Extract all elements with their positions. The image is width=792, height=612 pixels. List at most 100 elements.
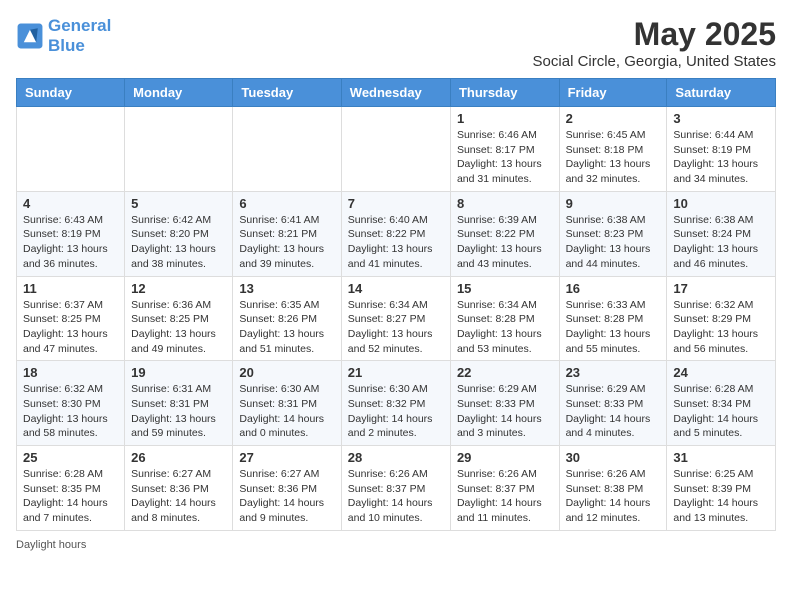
calendar-cell: 5 Sunrise: 6:42 AMSunset: 8:20 PMDayligh…	[125, 191, 233, 276]
cell-details: Sunrise: 6:29 AMSunset: 8:33 PMDaylight:…	[457, 383, 542, 439]
logo-text: General Blue	[48, 16, 111, 57]
cell-details: Sunrise: 6:28 AMSunset: 8:34 PMDaylight:…	[673, 383, 758, 439]
cell-details: Sunrise: 6:26 AMSunset: 8:37 PMDaylight:…	[348, 468, 433, 524]
cell-details: Sunrise: 6:25 AMSunset: 8:39 PMDaylight:…	[673, 468, 758, 524]
day-number: 23	[566, 365, 661, 380]
col-thursday: Thursday	[450, 79, 559, 107]
calendar-cell: 3 Sunrise: 6:44 AMSunset: 8:19 PMDayligh…	[667, 107, 776, 192]
day-number: 20	[239, 365, 334, 380]
cell-details: Sunrise: 6:30 AMSunset: 8:31 PMDaylight:…	[239, 383, 324, 439]
calendar-cell: 27 Sunrise: 6:27 AMSunset: 8:36 PMDaylig…	[233, 446, 341, 531]
col-tuesday: Tuesday	[233, 79, 341, 107]
day-number: 10	[673, 196, 769, 211]
calendar-cell: 21 Sunrise: 6:30 AMSunset: 8:32 PMDaylig…	[341, 361, 450, 446]
calendar-cell: 24 Sunrise: 6:28 AMSunset: 8:34 PMDaylig…	[667, 361, 776, 446]
calendar-cell: 17 Sunrise: 6:32 AMSunset: 8:29 PMDaylig…	[667, 276, 776, 361]
calendar-header-row: Sunday Monday Tuesday Wednesday Thursday…	[17, 79, 776, 107]
calendar-week-row: 4 Sunrise: 6:43 AMSunset: 8:19 PMDayligh…	[17, 191, 776, 276]
day-number: 25	[23, 450, 118, 465]
day-number: 5	[131, 196, 226, 211]
calendar-cell: 13 Sunrise: 6:35 AMSunset: 8:26 PMDaylig…	[233, 276, 341, 361]
cell-details: Sunrise: 6:28 AMSunset: 8:35 PMDaylight:…	[23, 468, 108, 524]
cell-details: Sunrise: 6:33 AMSunset: 8:28 PMDaylight:…	[566, 299, 651, 355]
calendar-cell: 29 Sunrise: 6:26 AMSunset: 8:37 PMDaylig…	[450, 446, 559, 531]
cell-details: Sunrise: 6:40 AMSunset: 8:22 PMDaylight:…	[348, 214, 433, 270]
day-number: 17	[673, 281, 769, 296]
day-number: 6	[239, 196, 334, 211]
calendar-cell	[233, 107, 341, 192]
day-number: 30	[566, 450, 661, 465]
col-monday: Monday	[125, 79, 233, 107]
col-saturday: Saturday	[667, 79, 776, 107]
calendar-cell: 22 Sunrise: 6:29 AMSunset: 8:33 PMDaylig…	[450, 361, 559, 446]
cell-details: Sunrise: 6:36 AMSunset: 8:25 PMDaylight:…	[131, 299, 216, 355]
cell-details: Sunrise: 6:34 AMSunset: 8:28 PMDaylight:…	[457, 299, 542, 355]
col-wednesday: Wednesday	[341, 79, 450, 107]
calendar-week-row: 25 Sunrise: 6:28 AMSunset: 8:35 PMDaylig…	[17, 446, 776, 531]
logo-icon	[16, 22, 44, 50]
calendar-cell: 26 Sunrise: 6:27 AMSunset: 8:36 PMDaylig…	[125, 446, 233, 531]
cell-details: Sunrise: 6:39 AMSunset: 8:22 PMDaylight:…	[457, 214, 542, 270]
day-number: 8	[457, 196, 553, 211]
calendar-cell: 10 Sunrise: 6:38 AMSunset: 8:24 PMDaylig…	[667, 191, 776, 276]
day-number: 22	[457, 365, 553, 380]
cell-details: Sunrise: 6:30 AMSunset: 8:32 PMDaylight:…	[348, 383, 433, 439]
cell-details: Sunrise: 6:41 AMSunset: 8:21 PMDaylight:…	[239, 214, 324, 270]
calendar-cell: 1 Sunrise: 6:46 AMSunset: 8:17 PMDayligh…	[450, 107, 559, 192]
day-number: 11	[23, 281, 118, 296]
day-number: 26	[131, 450, 226, 465]
cell-details: Sunrise: 6:45 AMSunset: 8:18 PMDaylight:…	[566, 129, 651, 185]
day-number: 7	[348, 196, 444, 211]
page-header: General Blue May 2025 Social Circle, Geo…	[16, 16, 776, 70]
calendar-cell: 11 Sunrise: 6:37 AMSunset: 8:25 PMDaylig…	[17, 276, 125, 361]
day-number: 27	[239, 450, 334, 465]
day-number: 18	[23, 365, 118, 380]
cell-details: Sunrise: 6:46 AMSunset: 8:17 PMDaylight:…	[457, 129, 542, 185]
cell-details: Sunrise: 6:27 AMSunset: 8:36 PMDaylight:…	[239, 468, 324, 524]
cell-details: Sunrise: 6:37 AMSunset: 8:25 PMDaylight:…	[23, 299, 108, 355]
calendar-cell: 31 Sunrise: 6:25 AMSunset: 8:39 PMDaylig…	[667, 446, 776, 531]
col-friday: Friday	[559, 79, 667, 107]
cell-details: Sunrise: 6:44 AMSunset: 8:19 PMDaylight:…	[673, 129, 758, 185]
calendar-week-row: 1 Sunrise: 6:46 AMSunset: 8:17 PMDayligh…	[17, 107, 776, 192]
day-number: 31	[673, 450, 769, 465]
calendar-cell: 4 Sunrise: 6:43 AMSunset: 8:19 PMDayligh…	[17, 191, 125, 276]
calendar-week-row: 18 Sunrise: 6:32 AMSunset: 8:30 PMDaylig…	[17, 361, 776, 446]
day-number: 29	[457, 450, 553, 465]
cell-details: Sunrise: 6:31 AMSunset: 8:31 PMDaylight:…	[131, 383, 216, 439]
calendar-cell: 28 Sunrise: 6:26 AMSunset: 8:37 PMDaylig…	[341, 446, 450, 531]
calendar-cell: 14 Sunrise: 6:34 AMSunset: 8:27 PMDaylig…	[341, 276, 450, 361]
col-sunday: Sunday	[17, 79, 125, 107]
calendar-week-row: 11 Sunrise: 6:37 AMSunset: 8:25 PMDaylig…	[17, 276, 776, 361]
day-number: 1	[457, 111, 553, 126]
location-subtitle: Social Circle, Georgia, United States	[533, 53, 776, 70]
cell-details: Sunrise: 6:38 AMSunset: 8:24 PMDaylight:…	[673, 214, 758, 270]
daylight-label: Daylight hours	[16, 539, 86, 551]
calendar-cell: 20 Sunrise: 6:30 AMSunset: 8:31 PMDaylig…	[233, 361, 341, 446]
day-number: 4	[23, 196, 118, 211]
footer: Daylight hours	[16, 539, 776, 551]
cell-details: Sunrise: 6:32 AMSunset: 8:30 PMDaylight:…	[23, 383, 108, 439]
cell-details: Sunrise: 6:27 AMSunset: 8:36 PMDaylight:…	[131, 468, 216, 524]
calendar-cell: 19 Sunrise: 6:31 AMSunset: 8:31 PMDaylig…	[125, 361, 233, 446]
calendar-cell: 25 Sunrise: 6:28 AMSunset: 8:35 PMDaylig…	[17, 446, 125, 531]
cell-details: Sunrise: 6:35 AMSunset: 8:26 PMDaylight:…	[239, 299, 324, 355]
day-number: 16	[566, 281, 661, 296]
cell-details: Sunrise: 6:26 AMSunset: 8:37 PMDaylight:…	[457, 468, 542, 524]
cell-details: Sunrise: 6:26 AMSunset: 8:38 PMDaylight:…	[566, 468, 651, 524]
calendar-cell: 2 Sunrise: 6:45 AMSunset: 8:18 PMDayligh…	[559, 107, 667, 192]
calendar-cell: 23 Sunrise: 6:29 AMSunset: 8:33 PMDaylig…	[559, 361, 667, 446]
cell-details: Sunrise: 6:34 AMSunset: 8:27 PMDaylight:…	[348, 299, 433, 355]
calendar-cell: 16 Sunrise: 6:33 AMSunset: 8:28 PMDaylig…	[559, 276, 667, 361]
calendar-cell	[17, 107, 125, 192]
calendar-cell: 30 Sunrise: 6:26 AMSunset: 8:38 PMDaylig…	[559, 446, 667, 531]
day-number: 14	[348, 281, 444, 296]
day-number: 19	[131, 365, 226, 380]
day-number: 28	[348, 450, 444, 465]
calendar-cell: 12 Sunrise: 6:36 AMSunset: 8:25 PMDaylig…	[125, 276, 233, 361]
calendar-cell: 6 Sunrise: 6:41 AMSunset: 8:21 PMDayligh…	[233, 191, 341, 276]
cell-details: Sunrise: 6:32 AMSunset: 8:29 PMDaylight:…	[673, 299, 758, 355]
calendar-table: Sunday Monday Tuesday Wednesday Thursday…	[16, 78, 776, 531]
calendar-cell	[341, 107, 450, 192]
cell-details: Sunrise: 6:29 AMSunset: 8:33 PMDaylight:…	[566, 383, 651, 439]
